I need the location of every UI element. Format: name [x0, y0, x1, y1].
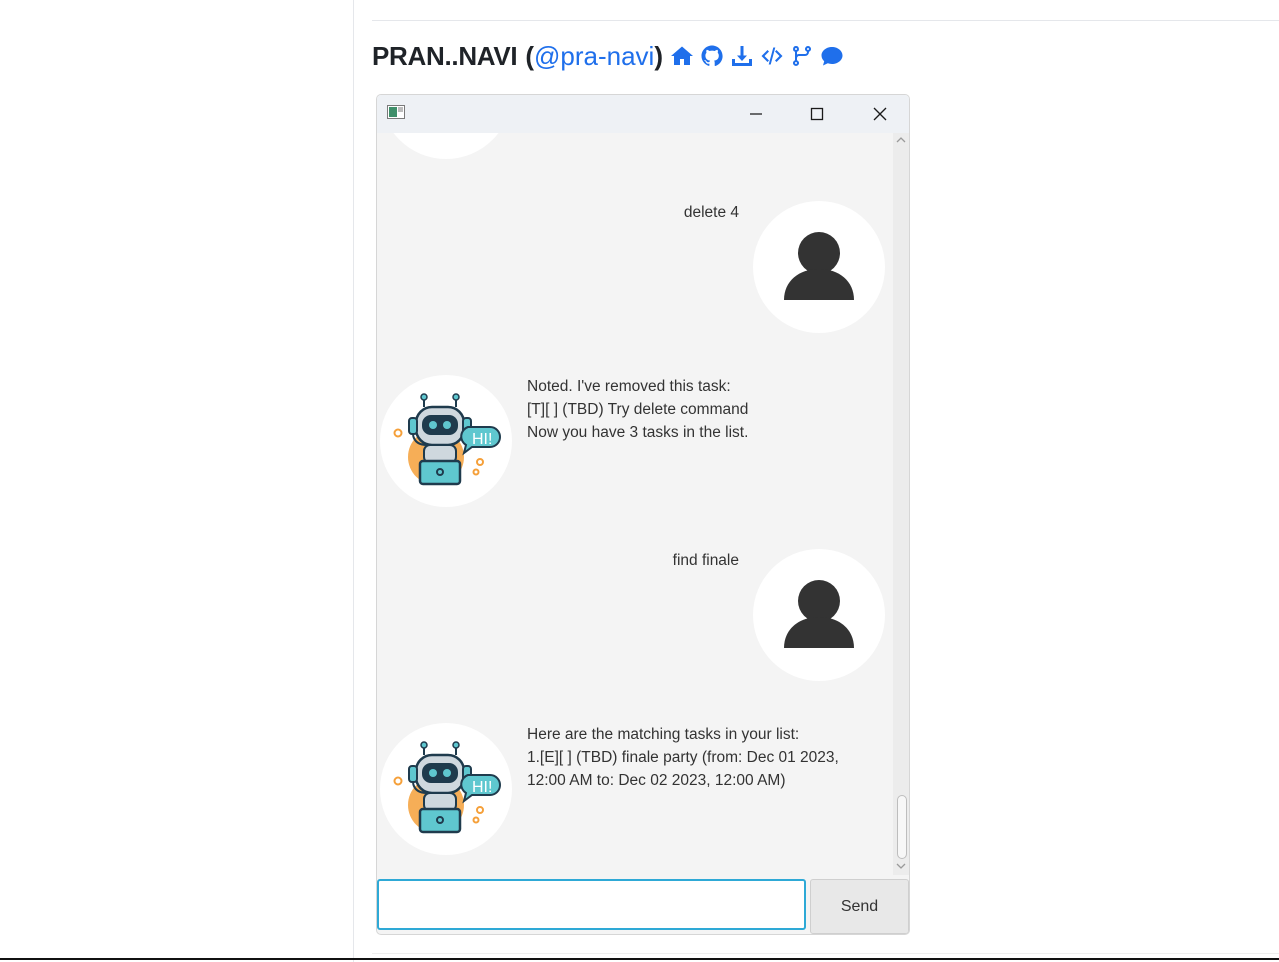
github-icon[interactable]	[699, 43, 725, 69]
bot-avatar-label: HI!	[472, 431, 492, 448]
scroll-up-icon[interactable]	[896, 135, 906, 145]
user-avatar	[753, 201, 885, 333]
download-icon[interactable]	[729, 43, 755, 69]
user-avatar	[753, 549, 885, 681]
home-icon[interactable]	[669, 43, 695, 69]
profile-name: PRAN..NAVI	[372, 40, 518, 71]
section-divider	[372, 20, 1279, 21]
bot-avatar	[380, 133, 512, 159]
code-icon[interactable]	[759, 43, 785, 69]
close-paren: )	[654, 40, 663, 71]
github-handle-link[interactable]: @pra-navi	[534, 41, 654, 72]
bot-avatar: HI!	[380, 723, 512, 855]
window-titlebar	[377, 95, 909, 134]
bot-avatar-label: HI!	[472, 779, 492, 796]
bot-message: Noted. I've removed this task: [T][ ] (T…	[527, 378, 749, 441]
footer-divider	[372, 953, 1279, 954]
close-icon	[873, 107, 887, 121]
minimize-icon	[750, 113, 762, 115]
scrollbar-thumb[interactable]	[897, 795, 907, 859]
scroll-down-icon[interactable]	[896, 861, 906, 871]
open-paren: (	[525, 40, 534, 71]
sidebar-divider	[353, 0, 354, 962]
user-message: find finale	[672, 552, 739, 569]
user-input-field[interactable]	[377, 879, 806, 930]
profile-header: PRAN..NAVI ( @pra-navi )	[372, 38, 845, 74]
bot-message: Here are the matching tasks in your list…	[527, 726, 839, 789]
page-bottom-border	[0, 958, 1279, 960]
maximize-icon	[810, 107, 824, 121]
dialog-container[interactable]: delete 4 HI! Noted. I've removed this ta…	[377, 133, 893, 875]
comment-icon[interactable]	[819, 43, 845, 69]
minimize-button[interactable]	[729, 95, 783, 133]
fork-icon[interactable]	[789, 43, 815, 69]
close-button[interactable]	[853, 95, 907, 133]
vertical-scrollbar[interactable]	[893, 133, 909, 875]
profile-links	[669, 43, 845, 69]
maximize-button[interactable]	[790, 95, 844, 133]
chatbot-window: delete 4 HI! Noted. I've removed this ta…	[377, 95, 909, 934]
bot-avatar: HI!	[380, 375, 512, 507]
user-message: delete 4	[683, 204, 739, 221]
send-button[interactable]: Send	[810, 879, 909, 934]
app-icon	[387, 105, 405, 119]
